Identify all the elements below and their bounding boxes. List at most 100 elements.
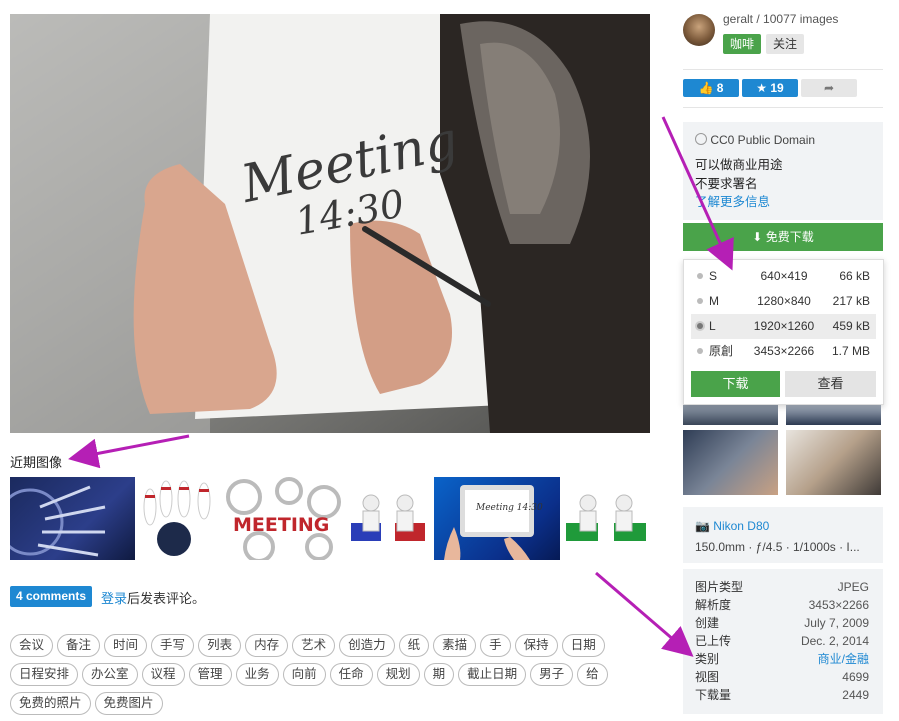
tag-item[interactable]: 时间 bbox=[104, 634, 148, 657]
free-download-button[interactable]: ⬇ 免费下载 bbox=[683, 223, 883, 251]
meta-label: 下载量 bbox=[695, 688, 732, 702]
meta-label: 视图 bbox=[695, 670, 720, 684]
tag-item[interactable]: 艺术 bbox=[292, 634, 336, 657]
tag-item[interactable]: 业务 bbox=[235, 663, 279, 686]
size-option-M[interactable]: M 1280×840 217 kB bbox=[691, 289, 876, 314]
tag-item[interactable]: 创造力 bbox=[339, 634, 395, 657]
size-filesize: 217 kB bbox=[832, 294, 870, 308]
camera-model-row[interactable]: 📷 Nikon D80 bbox=[695, 519, 769, 533]
tablet-thumb-text: Meeting 14:30 bbox=[475, 503, 543, 513]
meta-value[interactable]: 商业/金融 bbox=[818, 650, 869, 668]
like-button[interactable]: 👍 8 bbox=[683, 79, 739, 97]
bowling-thumb[interactable] bbox=[136, 477, 218, 560]
meta-row: 视图 4699 bbox=[695, 668, 869, 686]
thumbs-up-icon: 👍 bbox=[698, 81, 714, 95]
meta-label: 创建 bbox=[695, 616, 720, 630]
meeting-thumb-text: MEETING bbox=[233, 514, 329, 536]
tag-item[interactable]: 内存 bbox=[245, 634, 289, 657]
tag-item[interactable]: 手写 bbox=[151, 634, 195, 657]
related-thumb-4[interactable] bbox=[786, 430, 881, 495]
size-code: 原創 bbox=[709, 344, 734, 358]
size-option-原創[interactable]: 原創 3453×2266 1.7 MB bbox=[691, 339, 876, 364]
tag-item[interactable]: 议程 bbox=[141, 663, 185, 686]
camera-model[interactable]: Nikon D80 bbox=[713, 519, 769, 533]
darts-target-thumb[interactable] bbox=[10, 477, 135, 560]
recent-images-label: 近期图像 bbox=[10, 455, 63, 470]
main-photo[interactable]: Meeting 14:30 bbox=[10, 14, 650, 433]
meta-value: 3453×2266 bbox=[808, 598, 869, 612]
tag-item[interactable]: 纸 bbox=[398, 634, 430, 657]
meta-value: Dec. 2, 2014 bbox=[800, 634, 869, 648]
share-arrow-icon: ➦ bbox=[823, 81, 835, 95]
share-button[interactable]: ➦ bbox=[801, 79, 857, 97]
tag-item[interactable]: 手 bbox=[480, 634, 511, 657]
size-option-L[interactable]: L 1920×1260 459 kB bbox=[691, 314, 876, 339]
tag-item[interactable]: 日期 bbox=[561, 634, 605, 657]
license-more-link[interactable]: 了解更多信息 bbox=[695, 191, 770, 210]
size-resolution: 1920×1260 bbox=[753, 319, 815, 333]
license-panel: CC0 Public Domain 可以做商业用途 不要求署名 了解更多信息 bbox=[683, 122, 883, 220]
related-thumb-3[interactable] bbox=[683, 430, 778, 495]
radio-icon[interactable] bbox=[697, 273, 703, 279]
tag-list: 会议 备注 时间 手写 列表 内存 艺术 创造力纸素描手保持 日期日程安排 办公室 议程 管理 业务 向前… bbox=[10, 634, 650, 721]
meta-value: 4699 bbox=[842, 670, 869, 684]
figures-sofa-thumb[interactable] bbox=[345, 477, 432, 560]
size-option-S[interactable]: S 640×419 66 kB bbox=[691, 264, 876, 289]
tag-item[interactable]: 备注 bbox=[57, 634, 101, 657]
download-icon: ⬇ bbox=[752, 230, 763, 244]
view-button[interactable]: 查看 bbox=[785, 371, 876, 397]
meta-row: 类别 商业/金融 bbox=[695, 650, 869, 668]
username-link[interactable]: geralt bbox=[723, 12, 753, 26]
tag-item[interactable]: 办公室 bbox=[82, 663, 138, 686]
comments-button[interactable]: 4 comments bbox=[10, 586, 92, 607]
size-filesize: 66 kB bbox=[839, 269, 870, 283]
tag-item[interactable]: 管理 bbox=[188, 663, 232, 686]
tablet-meeting-thumb[interactable]: Meeting 14:30 bbox=[434, 477, 560, 560]
tag-item[interactable]: 给 bbox=[577, 663, 608, 686]
tag-item[interactable]: 任命 bbox=[329, 663, 373, 686]
main-photo-illustration: Meeting 14:30 bbox=[10, 14, 650, 433]
figures-green-sofa-thumb[interactable] bbox=[562, 477, 650, 560]
login-to-comment-text: 后发表评论。 bbox=[127, 591, 206, 606]
avatar[interactable] bbox=[683, 14, 715, 46]
arrow-to-recent bbox=[68, 434, 190, 469]
coffee-button[interactable]: 咖啡 bbox=[723, 34, 762, 54]
tag-item[interactable]: 列表 bbox=[198, 634, 242, 657]
tag-item[interactable]: 保持 bbox=[514, 634, 558, 657]
darts-icon bbox=[10, 485, 106, 557]
radio-icon[interactable] bbox=[697, 298, 703, 304]
free-download-label: 免费下载 bbox=[765, 230, 814, 244]
license-title: CC0 Public Domain bbox=[710, 133, 816, 147]
camera-icon: 📷 bbox=[695, 519, 710, 533]
download-button[interactable]: 下载 bbox=[691, 371, 780, 397]
meta-label: 类别 bbox=[695, 652, 720, 666]
meta-value: JPEG bbox=[837, 580, 869, 594]
meta-label: 解析度 bbox=[695, 598, 732, 612]
tag-item[interactable]: 会议 bbox=[10, 634, 54, 657]
radio-icon[interactable] bbox=[697, 323, 703, 329]
follow-button[interactable]: 关注 bbox=[766, 34, 805, 54]
tag-item[interactable]: 期 bbox=[423, 663, 455, 686]
tag-item[interactable]: 男子 bbox=[530, 663, 574, 686]
meeting-gears-thumb[interactable]: MEETING bbox=[219, 477, 344, 560]
radio-icon[interactable] bbox=[697, 348, 703, 354]
size-resolution: 3453×2266 bbox=[753, 344, 815, 358]
meta-row: 下载量 2449 bbox=[695, 686, 869, 704]
meta-row: 解析度 3453×2266 bbox=[695, 596, 869, 614]
tag-item[interactable]: 素描 bbox=[433, 634, 477, 657]
license-attribution: 不要求署名 bbox=[695, 177, 758, 191]
meta-value: July 7, 2009 bbox=[804, 616, 869, 630]
size-filesize: 1.7 MB bbox=[831, 344, 870, 358]
user-separator: / bbox=[753, 12, 764, 26]
tag-item[interactable]: 向前 bbox=[282, 663, 326, 686]
size-code: M bbox=[709, 294, 719, 308]
tag-item[interactable]: 规划 bbox=[376, 663, 420, 686]
license-commercial: 可以做商业用途 bbox=[695, 158, 783, 172]
tag-item[interactable]: 日程安排 bbox=[10, 663, 79, 686]
tag-item[interactable]: 截止日期 bbox=[458, 663, 527, 686]
login-link[interactable]: 登录 bbox=[101, 591, 127, 606]
tag-item[interactable]: 免费的照片 bbox=[10, 692, 91, 715]
tag-item[interactable]: 免费图片 bbox=[94, 692, 163, 715]
favorite-count: 19 bbox=[770, 81, 784, 95]
favorite-button[interactable]: ★ 19 bbox=[742, 79, 798, 97]
